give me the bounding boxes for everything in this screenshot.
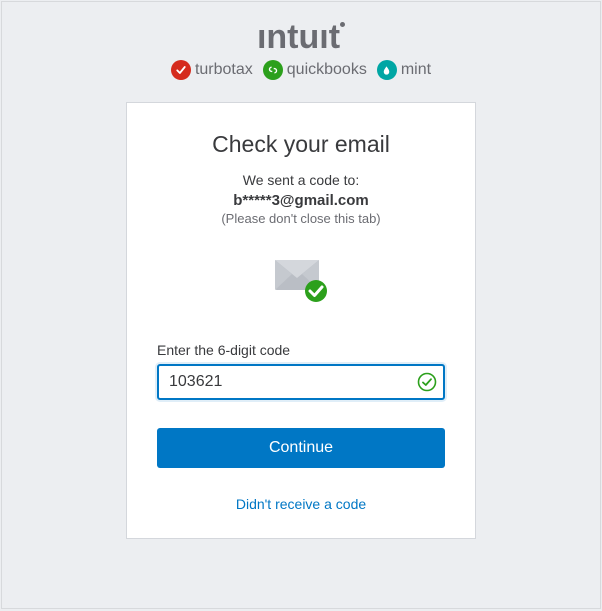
envelope-check-icon [271,254,331,304]
product-mint: mint [377,60,431,80]
product-label: mint [401,61,431,79]
turbotax-icon [171,60,191,80]
resend-link[interactable]: Didn't receive a code [236,496,366,512]
product-turbotax: turbotax [171,60,253,80]
product-label: quickbooks [287,61,367,79]
quickbooks-icon [263,60,283,80]
masked-email: b*****3@gmail.com [233,192,369,209]
code-input[interactable] [157,364,445,400]
checkmark-circle-icon [417,372,437,392]
brand-header: ıntuıt turbotax quickbooks [171,20,431,80]
intuit-logo: ıntuıt [257,20,345,54]
code-input-label: Enter the 6-digit code [157,342,290,358]
card-title: Check your email [212,131,390,158]
products-row: turbotax quickbooks mint [171,60,431,80]
continue-button[interactable]: Continue [157,428,445,468]
intuit-logo-text: ıntuıt [257,18,340,56]
hint-text: (Please don't close this tab) [221,211,380,226]
product-label: turbotax [195,61,253,79]
mint-icon [377,60,397,80]
code-input-wrap [157,364,445,400]
sent-text: We sent a code to: [243,172,359,188]
page-container: ıntuıt turbotax quickbooks [1,1,601,609]
logo-dot-icon [340,22,345,27]
verify-card: Check your email We sent a code to: b***… [126,102,476,539]
product-quickbooks: quickbooks [263,60,367,80]
